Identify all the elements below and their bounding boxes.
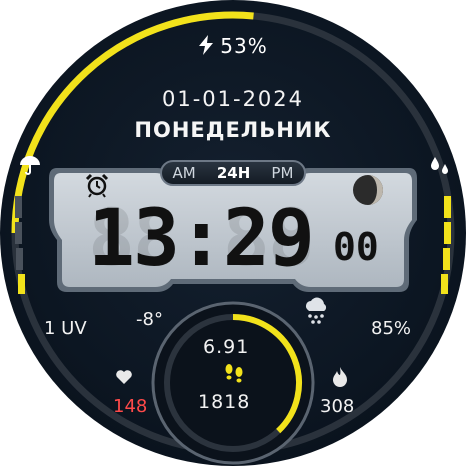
footsteps-icon <box>225 364 243 383</box>
watch-face: 53% 01-01-2024 ПОНЕДЕЛЬНИК AM 24H PM 88:… <box>0 0 466 466</box>
step-count: 1818 <box>198 391 251 413</box>
distance: 6.91 <box>203 336 250 358</box>
